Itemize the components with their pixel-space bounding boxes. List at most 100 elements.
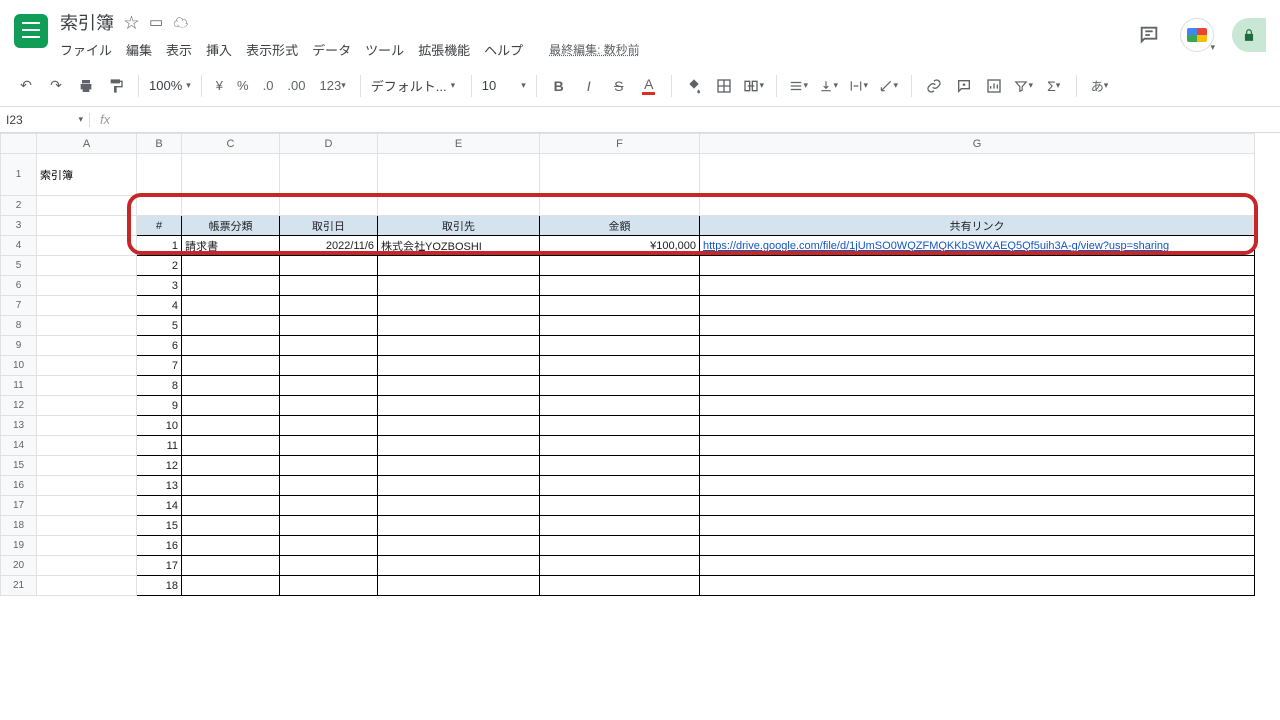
input-tools-icon[interactable]: あ▾ [1087,74,1113,98]
filter-icon[interactable]: ▾ [1012,74,1036,98]
table-cell[interactable] [280,296,378,316]
table-cell[interactable] [700,556,1255,576]
table-cell[interactable] [378,556,540,576]
table-cell[interactable] [182,316,280,336]
text-color-icon[interactable]: A [637,74,661,98]
col-header-B[interactable]: B [137,134,182,154]
table-header[interactable]: 金額 [540,216,700,236]
table-cell[interactable]: 5 [137,316,182,336]
menu-insert[interactable]: 挿入 [206,40,232,59]
table-cell[interactable] [700,356,1255,376]
format-percent[interactable]: % [233,74,253,98]
col-header-G[interactable]: G [700,134,1255,154]
menu-view[interactable]: 表示 [166,40,192,59]
row-header[interactable]: 12 [1,396,37,416]
table-cell[interactable] [540,456,700,476]
menu-format[interactable]: 表示形式 [246,40,298,59]
table-cell[interactable] [540,416,700,436]
table-cell[interactable]: ¥100,000 [540,236,700,256]
table-cell[interactable] [378,576,540,596]
table-cell[interactable] [280,256,378,276]
table-cell[interactable] [280,536,378,556]
row-header[interactable]: 1 [1,154,37,196]
table-cell[interactable] [700,476,1255,496]
row-header[interactable]: 19 [1,536,37,556]
table-cell[interactable] [540,556,700,576]
table-cell[interactable] [182,556,280,576]
row-header[interactable]: 17 [1,496,37,516]
table-cell[interactable] [182,536,280,556]
table-cell[interactable] [378,436,540,456]
table-cell[interactable] [700,276,1255,296]
row-header[interactable]: 6 [1,276,37,296]
row-header[interactable]: 16 [1,476,37,496]
table-cell[interactable]: 1 [137,236,182,256]
table-cell[interactable] [280,516,378,536]
table-cell[interactable]: 11 [137,436,182,456]
table-cell[interactable]: 17 [137,556,182,576]
undo-icon[interactable]: ↶ [14,74,38,98]
table-cell[interactable] [280,376,378,396]
table-cell[interactable]: 4 [137,296,182,316]
row-header[interactable]: 9 [1,336,37,356]
table-cell[interactable] [540,256,700,276]
table-cell[interactable] [540,396,700,416]
table-cell[interactable] [280,336,378,356]
table-cell[interactable] [182,276,280,296]
redo-icon[interactable]: ↷ [44,74,68,98]
table-cell[interactable] [700,316,1255,336]
functions-icon[interactable]: Σ▾ [1042,74,1066,98]
table-cell[interactable] [182,496,280,516]
decrease-decimal[interactable]: .0 [259,74,278,98]
table-cell[interactable] [182,456,280,476]
name-box[interactable]: I23▾ [0,113,90,127]
table-cell[interactable]: 8 [137,376,182,396]
table-cell[interactable] [378,316,540,336]
table-cell[interactable] [280,316,378,336]
table-cell[interactable] [700,456,1255,476]
table-cell[interactable] [540,436,700,456]
table-cell[interactable] [182,516,280,536]
table-cell[interactable] [378,476,540,496]
table-cell[interactable] [378,416,540,436]
share-link[interactable]: https://drive.google.com/file/d/1jUmSO0W… [703,240,1169,252]
comment-icon[interactable] [952,74,976,98]
table-cell[interactable] [700,256,1255,276]
table-cell[interactable] [182,436,280,456]
table-header[interactable]: 共有リンク [700,216,1255,236]
table-cell[interactable] [700,296,1255,316]
row-header[interactable]: 13 [1,416,37,436]
table-cell[interactable] [700,396,1255,416]
table-cell[interactable] [280,356,378,376]
table-cell[interactable]: 13 [137,476,182,496]
table-cell[interactable]: 18 [137,576,182,596]
menu-edit[interactable]: 編集 [126,40,152,59]
table-cell[interactable] [540,336,700,356]
row-header[interactable]: 14 [1,436,37,456]
table-header[interactable]: 帳票分類 [182,216,280,236]
table-cell[interactable] [540,496,700,516]
table-cell[interactable] [700,516,1255,536]
table-cell[interactable] [378,296,540,316]
table-cell[interactable] [378,356,540,376]
table-cell[interactable] [280,456,378,476]
table-cell[interactable] [378,256,540,276]
font-size[interactable]: 10▾ [482,78,526,93]
menu-tools[interactable]: ツール [365,40,404,59]
row-header[interactable]: 3 [1,216,37,236]
table-cell[interactable] [540,276,700,296]
table-cell[interactable] [540,376,700,396]
table-cell[interactable] [700,436,1255,456]
table-cell[interactable] [182,336,280,356]
table-cell[interactable] [378,336,540,356]
move-icon[interactable]: ▭ [149,13,163,31]
doc-title[interactable]: 索引簿 [60,9,114,35]
table-cell[interactable] [700,416,1255,436]
table-cell[interactable] [280,396,378,416]
col-header-E[interactable]: E [378,134,540,154]
chart-icon[interactable] [982,74,1006,98]
table-cell[interactable] [378,376,540,396]
comments-icon[interactable] [1136,22,1162,48]
menu-file[interactable]: ファイル [60,40,112,59]
print-icon[interactable] [74,74,98,98]
